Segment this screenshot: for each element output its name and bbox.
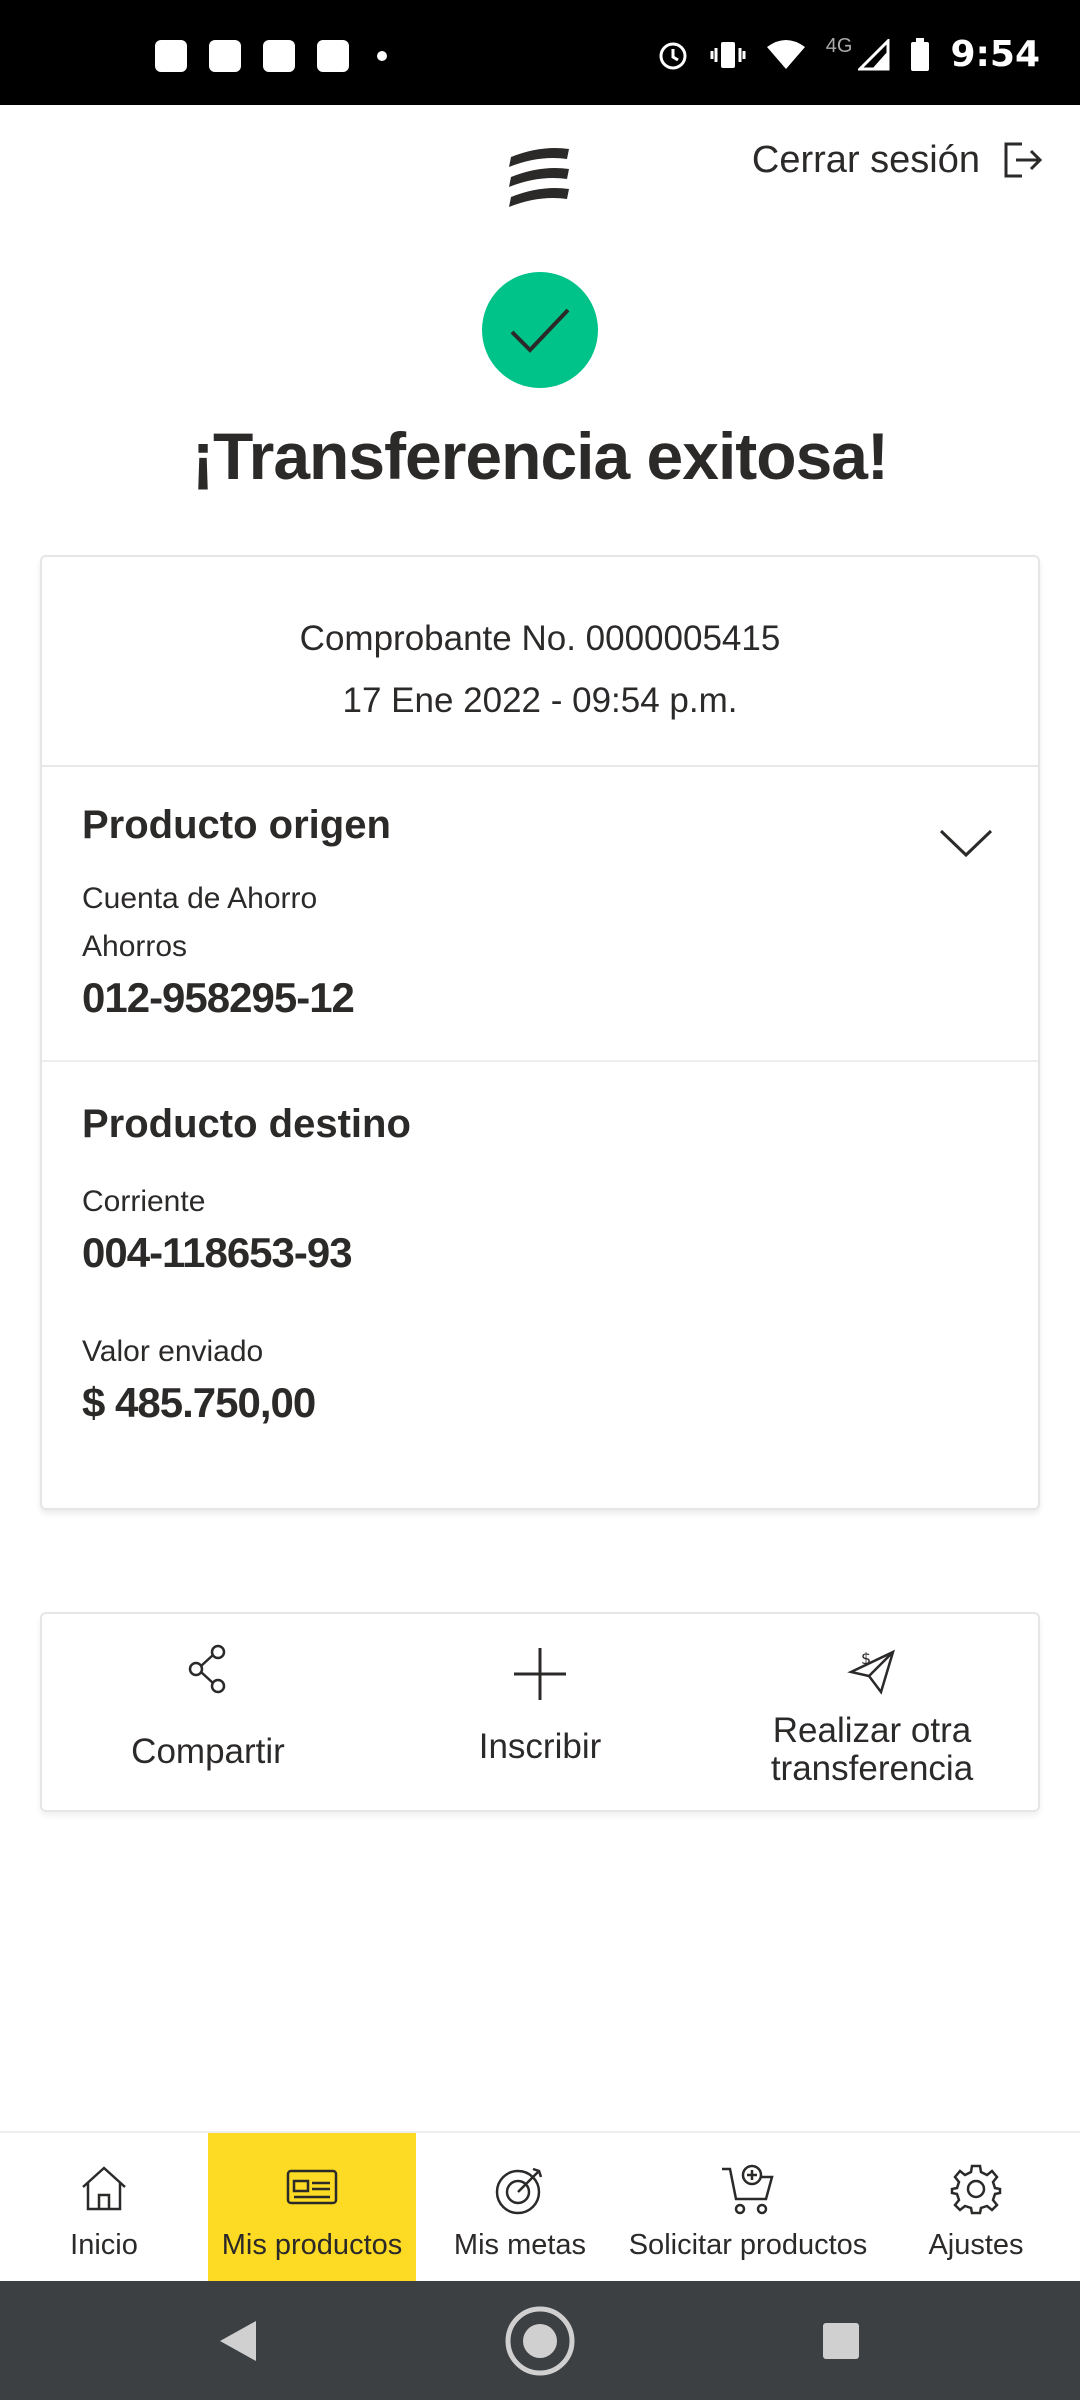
- more-notifications-icon: [377, 51, 387, 61]
- origin-type: Cuenta de Ahorro: [82, 882, 318, 915]
- another-transfer-button[interactable]: $ Realizar otra transferencia: [706, 1614, 1038, 1810]
- origin-subtype: Ahorros: [82, 930, 188, 963]
- cart-plus-icon: [722, 2164, 774, 2215]
- destination-account: 004-118653-93: [82, 1229, 353, 1276]
- network-type: 4G: [825, 35, 853, 57]
- destination-type: Corriente: [82, 1185, 206, 1218]
- nav-solicitar-productos[interactable]: Solicitar productos: [624, 2133, 872, 2281]
- notification-icons: [155, 40, 387, 72]
- battery-icon: [911, 37, 930, 71]
- card-icon: [286, 2169, 338, 2205]
- logout-button[interactable]: Cerrar sesión: [752, 138, 1044, 182]
- nav-mis-productos-label: Mis productos: [221, 2229, 403, 2261]
- receipt-date: 17 Ene 2022 - 09:54 p.m.: [342, 681, 738, 720]
- plus-icon: [514, 1648, 566, 1700]
- nav-ajustes-label: Ajustes: [928, 2229, 1024, 2261]
- vibrate-icon: [710, 41, 746, 68]
- app-icon: [317, 40, 349, 72]
- signal-icon: [858, 38, 890, 70]
- nav-solicitar-productos-label: Solicitar productos: [628, 2229, 868, 2261]
- alert-icon: [209, 40, 241, 72]
- receipt-header: Comprobante No. 0000005415 17 Ene 2022 -…: [42, 557, 1038, 767]
- logout-label: Cerrar sesión: [751, 138, 980, 181]
- nav-mis-metas-label: Mis metas: [453, 2229, 587, 2261]
- status-bar: 4G 9:54: [0, 0, 1080, 105]
- logout-icon: [1004, 142, 1043, 178]
- home-icon: [82, 2166, 126, 2211]
- origin-account: 012-958295-12: [82, 974, 355, 1021]
- enroll-label: Inscribir: [478, 1727, 602, 1766]
- enroll-button[interactable]: Inscribir: [374, 1614, 706, 1810]
- alarm-icon: [659, 42, 687, 69]
- receipt-card: Comprobante No. 0000005415 17 Ene 2022 -…: [40, 555, 1040, 1510]
- amount-label: Valor enviado: [82, 1335, 264, 1368]
- share-button[interactable]: Compartir: [42, 1614, 374, 1810]
- notification-icon: [155, 40, 187, 72]
- success-icon: [482, 272, 598, 388]
- nav-inicio-label: Inicio: [70, 2229, 138, 2261]
- send-money-icon: $: [847, 1649, 896, 1695]
- system-nav-bar: [0, 2281, 1080, 2400]
- amount-value: $ 485.750,00: [82, 1379, 316, 1426]
- nav-ajustes[interactable]: Ajustes: [872, 2133, 1080, 2281]
- home-button-icon[interactable]: [504, 2305, 576, 2377]
- target-icon: [495, 2167, 543, 2215]
- gear-icon: [950, 2164, 1002, 2215]
- nav-mis-metas[interactable]: Mis metas: [416, 2133, 624, 2281]
- share-label: Compartir: [131, 1732, 285, 1771]
- another-transfer-line1: Realizar otra: [772, 1711, 972, 1750]
- nav-inicio[interactable]: Inicio: [0, 2133, 208, 2281]
- origin-section[interactable]: Producto origen Cuenta de Ahorro Ahorros…: [42, 767, 1038, 1062]
- destination-section: Producto destino Corriente 004-118653-93…: [42, 1062, 1038, 1427]
- bank-logo: [509, 148, 569, 207]
- destination-heading: Producto destino: [82, 1102, 411, 1146]
- wifi-icon: [766, 39, 805, 69]
- clock: 9:54: [950, 34, 1040, 75]
- system-icons: 4G 9:54: [656, 34, 1040, 75]
- chevron-down-icon[interactable]: [938, 827, 994, 859]
- actions-card: Compartir Inscribir $ Realizar otra tran…: [40, 1612, 1040, 1812]
- another-transfer-line2: transferencia: [770, 1749, 974, 1788]
- nav-mis-productos[interactable]: Mis productos: [208, 2133, 416, 2281]
- recents-icon[interactable]: [822, 2322, 860, 2360]
- origin-heading: Producto origen: [82, 803, 391, 847]
- bottom-nav: Inicio Mis productos Mis metas Solicitar…: [0, 2131, 1080, 2281]
- back-icon[interactable]: [218, 2319, 258, 2363]
- receipt-number: Comprobante No. 0000005415: [299, 619, 781, 658]
- share-icon: [188, 1644, 226, 1694]
- another-transfer-label: Realizar otra transferencia: [706, 1712, 1038, 1788]
- sync-icon: [263, 40, 295, 72]
- svg-text:$: $: [861, 1649, 871, 1668]
- page-title: ¡Transferencia exitosa!: [192, 419, 889, 493]
